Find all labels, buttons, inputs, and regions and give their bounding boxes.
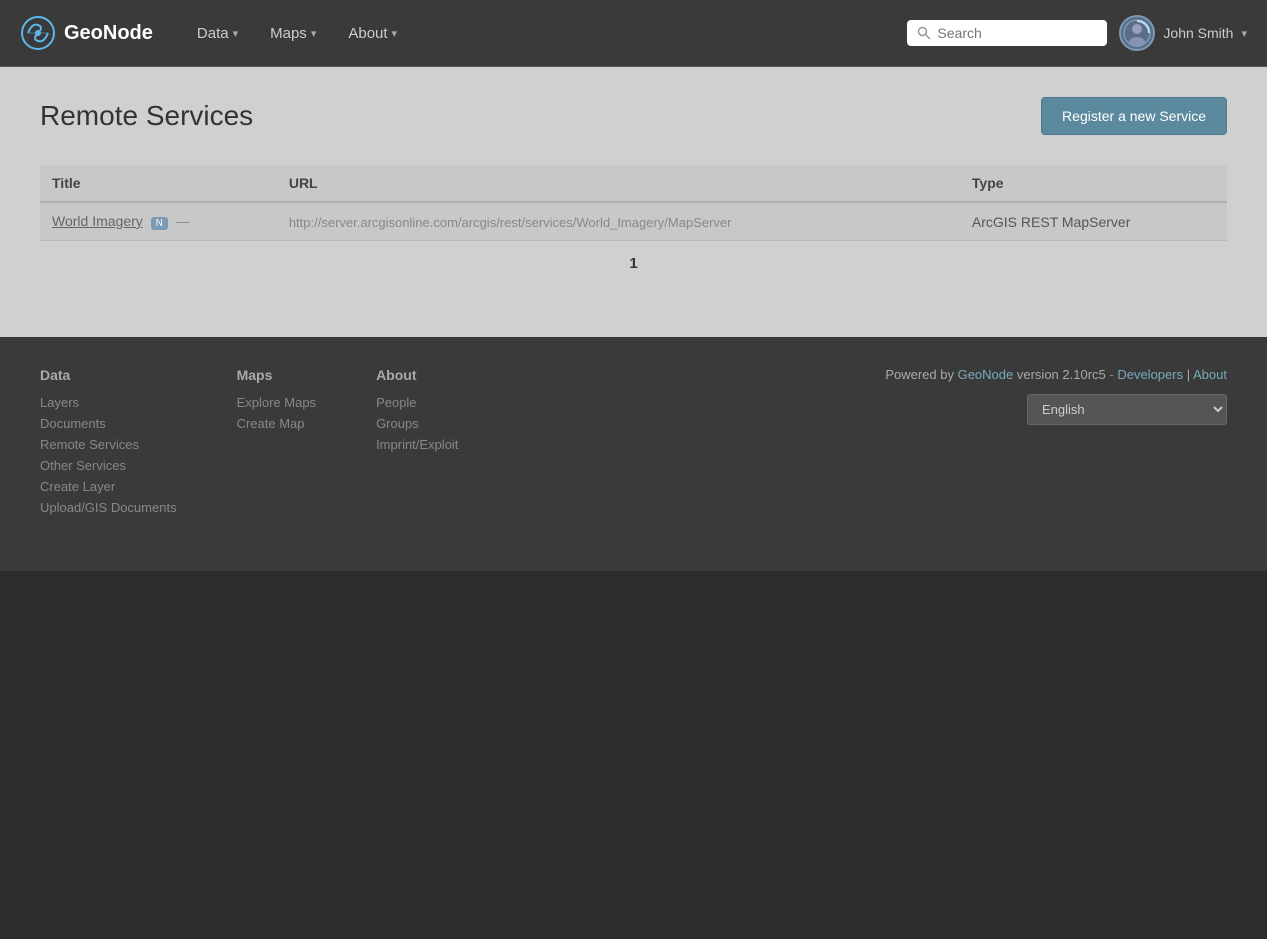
nav-maps-label: Maps	[270, 25, 307, 42]
footer-columns: Data Layers Documents Remote Services Ot…	[40, 367, 1227, 521]
nav-data-chevron-icon: ▾	[233, 27, 239, 40]
badge-0: N	[151, 217, 168, 230]
language-select[interactable]: English Français Español Deutsch	[1027, 394, 1227, 425]
search-icon	[917, 26, 931, 40]
nav-about-chevron-icon: ▾	[392, 27, 398, 40]
powered-by: Powered by GeoNode version 2.10rc5 - Dev…	[885, 367, 1227, 382]
footer-maps-heading: Maps	[237, 367, 316, 383]
search-box[interactable]	[907, 20, 1107, 46]
footer-link-people[interactable]: People	[376, 395, 458, 410]
nav-item-maps[interactable]: Maps ▾	[256, 17, 330, 50]
footer-link-explore-maps[interactable]: Explore Maps	[237, 395, 316, 410]
nav-maps-chevron-icon: ▾	[311, 27, 317, 40]
page-title: Remote Services	[40, 100, 253, 132]
footer-link-imprint[interactable]: Imprint/Exploit	[376, 437, 458, 452]
footer-about-heading: About	[376, 367, 458, 383]
service-title-link-0[interactable]: World Imagery	[52, 213, 143, 229]
nav-about-label: About	[348, 25, 387, 42]
col-title: Title	[40, 165, 277, 202]
cell-title-0: World Imagery N —	[40, 202, 277, 241]
action-icon-0[interactable]: —	[176, 213, 190, 229]
nav-item-about[interactable]: About ▾	[334, 17, 411, 50]
footer-link-groups[interactable]: Groups	[376, 416, 458, 431]
footer-col-data: Data Layers Documents Remote Services Ot…	[40, 367, 177, 521]
geonode-link[interactable]: GeoNode	[958, 367, 1014, 382]
footer-col-maps: Maps Explore Maps Create Map	[237, 367, 316, 521]
main-content: Remote Services Register a new Service T…	[0, 67, 1267, 337]
nav-data-label: Data	[197, 25, 229, 42]
footer-link-upload-docs[interactable]: Upload/GIS Documents	[40, 500, 177, 515]
site-footer: Data Layers Documents Remote Services Ot…	[0, 337, 1267, 571]
footer-link-create-layer[interactable]: Create Layer	[40, 479, 177, 494]
cell-url-0: http://server.arcgisonline.com/arcgis/re…	[277, 202, 960, 241]
navbar: GeoNode Data ▾ Maps ▾ About ▾	[0, 0, 1267, 67]
table-row: World Imagery N — http://server.arcgison…	[40, 202, 1227, 241]
footer-right: Powered by GeoNode version 2.10rc5 - Dev…	[885, 367, 1227, 521]
footer-link-create-map[interactable]: Create Map	[237, 416, 316, 431]
footer-link-documents[interactable]: Documents	[40, 416, 177, 431]
table-header: Title URL Type	[40, 165, 1227, 202]
cell-type-0: ArcGIS REST MapServer	[960, 202, 1227, 241]
register-service-button[interactable]: Register a new Service	[1041, 97, 1227, 135]
user-chevron-icon: ▾	[1241, 27, 1247, 40]
nav-menu: Data ▾ Maps ▾ About ▾	[183, 17, 908, 50]
col-url: URL	[277, 165, 960, 202]
user-name-label: John Smith	[1163, 25, 1233, 41]
geonode-logo-icon	[20, 15, 56, 51]
user-menu[interactable]: John Smith ▾	[1119, 15, 1247, 51]
avatar-icon	[1123, 19, 1151, 47]
navbar-right: John Smith ▾	[907, 15, 1247, 51]
footer-link-remote-services[interactable]: Remote Services	[40, 437, 177, 452]
developers-link[interactable]: Developers	[1117, 367, 1183, 382]
page-1[interactable]: 1	[619, 251, 647, 276]
services-table: Title URL Type World Imagery N — http://…	[40, 165, 1227, 241]
col-type: Type	[960, 165, 1227, 202]
footer-col-about: About People Groups Imprint/Exploit	[376, 367, 458, 521]
search-input[interactable]	[937, 25, 1097, 41]
version-text: version 2.10rc5	[1017, 367, 1106, 382]
avatar	[1119, 15, 1155, 51]
footer-link-layers[interactable]: Layers	[40, 395, 177, 410]
nav-item-data[interactable]: Data ▾	[183, 17, 252, 50]
separator: |	[1187, 367, 1190, 382]
footer-link-other-services[interactable]: Other Services	[40, 458, 177, 473]
footer-data-heading: Data	[40, 367, 177, 383]
about-link[interactable]: About	[1193, 367, 1227, 382]
table-body: World Imagery N — http://server.arcgison…	[40, 202, 1227, 241]
page-header: Remote Services Register a new Service	[40, 97, 1227, 135]
brand-logo[interactable]: GeoNode	[20, 15, 153, 51]
brand-text: GeoNode	[64, 22, 153, 45]
pagination: 1	[40, 241, 1227, 286]
powered-by-label: Powered by	[885, 367, 954, 382]
service-url-0: http://server.arcgisonline.com/arcgis/re…	[289, 215, 732, 230]
